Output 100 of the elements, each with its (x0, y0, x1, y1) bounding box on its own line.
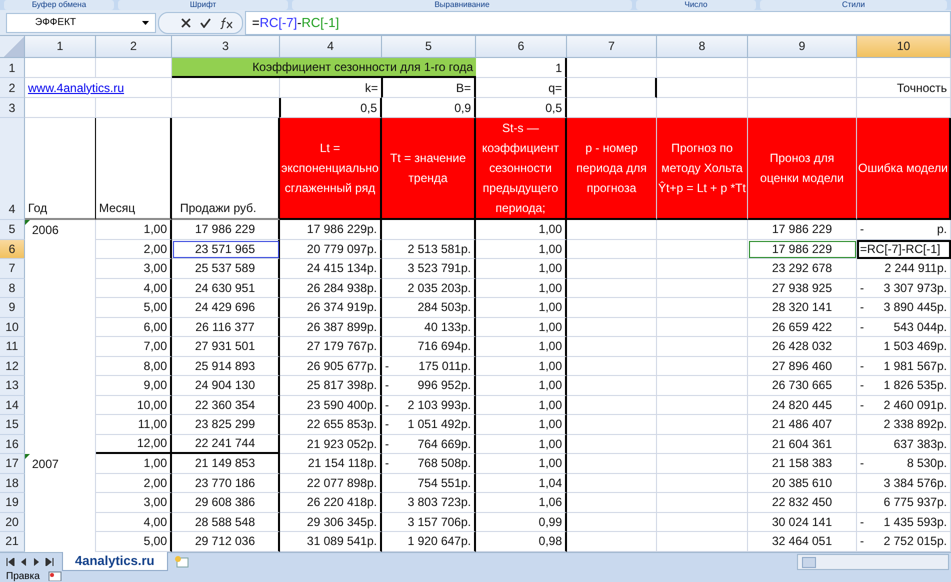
table-cell: 1,00 (476, 259, 567, 278)
table-cell: 21 154 118р. (280, 454, 382, 474)
row-header[interactable]: 15 (0, 415, 25, 434)
table-cell: 17 986 229 (748, 220, 857, 240)
table-cell: 10,00 (96, 396, 172, 415)
row-header[interactable]: 12 (0, 356, 25, 376)
table-cell: 21 604 361 (748, 434, 857, 454)
row-header[interactable]: 8 (0, 278, 25, 298)
table-cell: 3 523 791р. (382, 259, 476, 278)
column-header[interactable]: 2 (96, 36, 172, 58)
ribbon-group-label[interactable]: Шрифт (118, 0, 288, 10)
parameter-cell: B= (381, 78, 476, 98)
name-box[interactable]: ЭФФЕКТ (6, 12, 156, 32)
table-cell: 21 149 853 (172, 454, 280, 474)
table-cell: 1,00 (476, 454, 567, 474)
column-header[interactable]: 6 (476, 36, 567, 58)
table-cell: - 1 051 492р. (382, 415, 476, 434)
table-cell: 1,00 (476, 434, 567, 454)
table-cell: - 8 530р. (857, 454, 951, 474)
title-cell: Коэффициент сезонности для 1-го года (172, 58, 476, 78)
table-cell: 3 803 723р. (382, 493, 476, 512)
row-header[interactable]: 7 (0, 259, 25, 278)
table-cell: 27 896 460 (748, 356, 857, 376)
ribbon-group-label[interactable]: Буфер обмена (4, 0, 114, 10)
table-cell: - 2 460 091р. (857, 396, 951, 415)
formula-field[interactable]: =RC[-7]-RC[-1] (245, 10, 951, 34)
parameter-cell: 1 (476, 58, 567, 78)
row-header[interactable]: 18 (0, 474, 25, 493)
sheet-tab[interactable]: 4analytics.ru (62, 552, 168, 571)
table-cell: - 3 307 973р. (857, 278, 951, 298)
ribbon-group-label[interactable]: Стили (760, 0, 947, 10)
table-cell: 1,00 (96, 220, 172, 240)
table-cell: 23 770 186 (172, 474, 280, 493)
row-header[interactable]: 6 (0, 240, 25, 259)
table-cell: 24 415 134р. (280, 259, 382, 278)
table-cell: 3,00 (96, 259, 172, 278)
cancel-icon[interactable] (181, 18, 191, 28)
row-header[interactable]: 21 (0, 532, 25, 552)
table-cell: 26 730 665 (748, 376, 857, 396)
row-header[interactable]: 3 (0, 98, 25, 118)
first-sheet-icon[interactable] (6, 558, 15, 566)
row-header[interactable]: 2 (0, 78, 25, 98)
table-cell: 27 931 501 (172, 337, 280, 356)
table-cell: - 1 826 535р. (857, 376, 951, 396)
table-cell: 22 077 898р. (280, 474, 382, 493)
row-header[interactable]: 4 (0, 118, 25, 220)
macro-record-icon[interactable] (48, 571, 62, 581)
row-header[interactable]: 9 (0, 298, 25, 318)
column-header[interactable]: 8 (657, 36, 748, 58)
next-sheet-icon[interactable] (33, 558, 39, 566)
row-header[interactable]: 20 (0, 512, 25, 532)
table-cell: 26 387 899р. (280, 318, 382, 337)
website-link[interactable]: www.4analytics.ru (25, 78, 172, 98)
table-cell: 4,00 (96, 512, 172, 532)
row-header[interactable]: 5 (0, 220, 25, 240)
table-cell: 30 024 141 (748, 512, 857, 532)
table-cell: 24 904 130 (172, 376, 280, 396)
table-cell: 17 986 229 (172, 220, 280, 240)
table-cell: 1,00 (476, 278, 567, 298)
table-cell: 1,04 (476, 474, 567, 493)
column-header[interactable]: 9 (748, 36, 857, 58)
table-cell: 17 986 229 (748, 240, 857, 259)
cell-editor[interactable]: =RC[-7]-RC[-1] (857, 240, 951, 259)
column-header[interactable]: 10 (857, 36, 951, 58)
table-cell: 4,00 (96, 278, 172, 298)
column-header[interactable]: 3 (172, 36, 280, 58)
row-header[interactable]: 14 (0, 396, 25, 415)
column-title-cell: Год (25, 118, 96, 220)
row-header[interactable]: 17 (0, 454, 25, 474)
ribbon-group-label[interactable]: Число (636, 0, 756, 10)
table-cell: 28 588 548 (172, 512, 280, 532)
table-cell: 29 306 345р. (280, 512, 382, 532)
table-cell: 6 775 937р. (857, 493, 951, 512)
row-header[interactable]: 13 (0, 376, 25, 396)
table-cell: 21 486 407 (748, 415, 857, 434)
table-cell: - 175 011р. (382, 356, 476, 376)
table-cell: 24 820 445 (748, 396, 857, 415)
horizontal-scrollbar[interactable] (797, 554, 949, 570)
row-header[interactable]: 19 (0, 493, 25, 512)
row-header[interactable]: 16 (0, 434, 25, 454)
row-header[interactable]: 10 (0, 318, 25, 337)
last-sheet-icon[interactable] (45, 558, 54, 566)
previous-sheet-icon[interactable] (21, 558, 27, 566)
row-header[interactable]: 11 (0, 337, 25, 356)
table-cell: 5,00 (96, 298, 172, 318)
column-header[interactable]: 1 (25, 36, 96, 58)
column-title-cell: St-s — коэффициент сезонности предыдущего периода; (476, 118, 567, 220)
table-cell: 9,00 (96, 376, 172, 396)
table-cell: - 3 890 445р. (857, 298, 951, 318)
row-header[interactable]: 1 (0, 58, 25, 78)
check-icon[interactable] (200, 18, 211, 28)
table-cell: 27 179 767р. (280, 337, 382, 356)
ribbon-group-label[interactable]: Выравнивание (292, 0, 632, 10)
table-cell: 26 428 032 (748, 337, 857, 356)
column-header[interactable]: 7 (567, 36, 657, 58)
function-icon[interactable] (220, 16, 234, 28)
column-header[interactable]: 5 (382, 36, 476, 58)
column-header[interactable]: 4 (280, 36, 382, 58)
table-cell: 1,06 (476, 493, 567, 512)
table-cell: 24 630 951 (172, 278, 280, 298)
